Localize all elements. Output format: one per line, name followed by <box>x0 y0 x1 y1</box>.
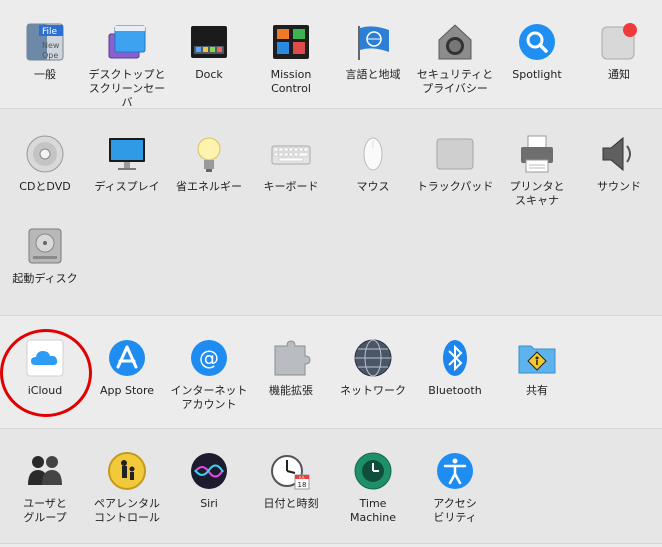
pref-label: トラックパッド <box>416 180 494 193</box>
pref-label: 省エネルギー <box>176 180 242 193</box>
time-machine-icon <box>353 451 393 491</box>
pref-siri[interactable]: Siri <box>168 451 250 511</box>
users-groups-icon <box>25 451 65 491</box>
app-store-icon <box>107 338 147 378</box>
siri-icon <box>189 451 229 491</box>
svg-text:JUL: JUL <box>298 475 305 479</box>
pref-security-privacy[interactable]: セキュリティと プライバシー <box>414 22 496 96</box>
pref-label: アクセシ ビリティ <box>433 497 477 524</box>
pref-sound[interactable]: サウンド <box>578 134 660 194</box>
trackpad-icon <box>435 134 475 174</box>
pref-date-time[interactable]: JUL 18 日付と時刻 <box>250 451 332 511</box>
sharing-icon <box>517 338 557 378</box>
pref-bluetooth[interactable]: Bluetooth <box>414 338 496 398</box>
pref-desktop-screensaver[interactable]: デスクトップと スクリーンセーバ <box>86 22 168 110</box>
svg-text:Ope: Ope <box>42 51 58 60</box>
svg-text:@: @ <box>199 346 219 370</box>
pref-label: 共有 <box>526 384 548 397</box>
pref-network[interactable]: ネットワーク <box>332 338 414 398</box>
desktop-screensaver-icon <box>107 22 147 62</box>
energy-saver-icon <box>189 134 229 174</box>
pref-label: ネットワーク <box>340 384 406 397</box>
pref-language-region[interactable]: 言語と地域 <box>332 22 414 82</box>
extensions-icon <box>271 338 311 378</box>
language-region-icon <box>353 22 393 62</box>
pref-keyboard[interactable]: キーボード <box>250 134 332 194</box>
svg-text:18: 18 <box>298 481 307 489</box>
accessibility-icon <box>435 451 475 491</box>
svg-text:New: New <box>42 41 60 50</box>
spotlight-icon <box>517 22 557 62</box>
mission-control-icon <box>271 22 311 62</box>
pref-sharing[interactable]: 共有 <box>496 338 578 398</box>
pref-label: セキュリティと プライバシー <box>416 68 494 95</box>
pref-label: App Store <box>99 384 155 397</box>
pref-label: キーボード <box>263 180 319 193</box>
pref-printers-scanners[interactable]: プリンタと スキャナ <box>496 134 578 208</box>
pref-label: ディスプレイ <box>94 180 160 193</box>
pref-displays[interactable]: ディスプレイ <box>86 134 168 194</box>
pref-dock[interactable]: Dock <box>168 22 250 82</box>
pref-label: 一般 <box>34 68 56 81</box>
keyboard-icon <box>271 134 311 174</box>
network-icon <box>353 338 393 378</box>
pref-mission-control[interactable]: Mission Control <box>250 22 332 96</box>
pref-internet-accounts[interactable]: @ インターネット アカウント <box>168 338 250 412</box>
svg-text:File: File <box>42 27 58 37</box>
pref-label: Time Machine <box>349 497 397 524</box>
parental-controls-icon <box>107 451 147 491</box>
pref-label: ユーザと グループ <box>23 497 67 524</box>
printers-scanners-icon <box>517 134 557 174</box>
pref-notifications[interactable]: 通知 <box>578 22 660 82</box>
pref-label: 機能拡張 <box>269 384 313 397</box>
pref-trackpad[interactable]: トラックパッド <box>414 134 496 194</box>
pref-label: 起動ディスク <box>12 272 78 285</box>
notifications-icon <box>599 22 639 62</box>
internet-accounts-icon: @ <box>189 338 229 378</box>
bluetooth-icon <box>435 338 475 378</box>
sound-icon <box>599 134 639 174</box>
pref-label: ペアレンタル コントロール <box>94 497 160 524</box>
dock-icon <box>189 22 229 62</box>
pref-label: Mission Control <box>270 68 312 95</box>
pref-label: マウス <box>356 180 390 193</box>
pref-label: 言語と地域 <box>345 68 401 81</box>
pref-startup-disk[interactable]: 起動ディスク <box>4 226 86 286</box>
startup-disk-icon <box>25 226 65 266</box>
pref-general[interactable]: File New Ope 一般 <box>4 22 86 82</box>
pref-label: インターネット アカウント <box>170 384 248 411</box>
pref-users-groups[interactable]: ユーザと グループ <box>4 451 86 525</box>
pref-time-machine[interactable]: Time Machine <box>332 451 414 525</box>
pref-mouse[interactable]: マウス <box>332 134 414 194</box>
pref-label: Spotlight <box>512 68 562 81</box>
pref-label: デスクトップと スクリーンセーバ <box>88 68 166 109</box>
cd-dvd-icon <box>25 134 65 174</box>
general-icon: File New Ope <box>25 22 65 62</box>
pref-accessibility[interactable]: アクセシ ビリティ <box>414 451 496 525</box>
pref-label: Bluetooth <box>428 384 482 397</box>
pref-spotlight[interactable]: Spotlight <box>496 22 578 82</box>
pref-label: プリンタと スキャナ <box>509 180 565 207</box>
pref-label: Siri <box>200 497 218 510</box>
security-privacy-icon <box>435 22 475 62</box>
date-time-icon: JUL 18 <box>271 451 311 491</box>
pref-label: サウンド <box>597 180 641 193</box>
pref-extensions[interactable]: 機能拡張 <box>250 338 332 398</box>
pref-app-store[interactable]: App Store <box>86 338 168 398</box>
pref-parental-controls[interactable]: ペアレンタル コントロール <box>86 451 168 525</box>
pref-energy-saver[interactable]: 省エネルギー <box>168 134 250 194</box>
displays-icon <box>107 134 147 174</box>
pref-label: 日付と時刻 <box>263 497 319 510</box>
mouse-icon <box>353 134 393 174</box>
pref-label: CDとDVD <box>19 180 71 193</box>
pref-label: Dock <box>195 68 223 81</box>
pref-cd-dvd[interactable]: CDとDVD <box>4 134 86 194</box>
pref-label: 通知 <box>608 68 630 81</box>
highlight-circle <box>0 329 92 417</box>
